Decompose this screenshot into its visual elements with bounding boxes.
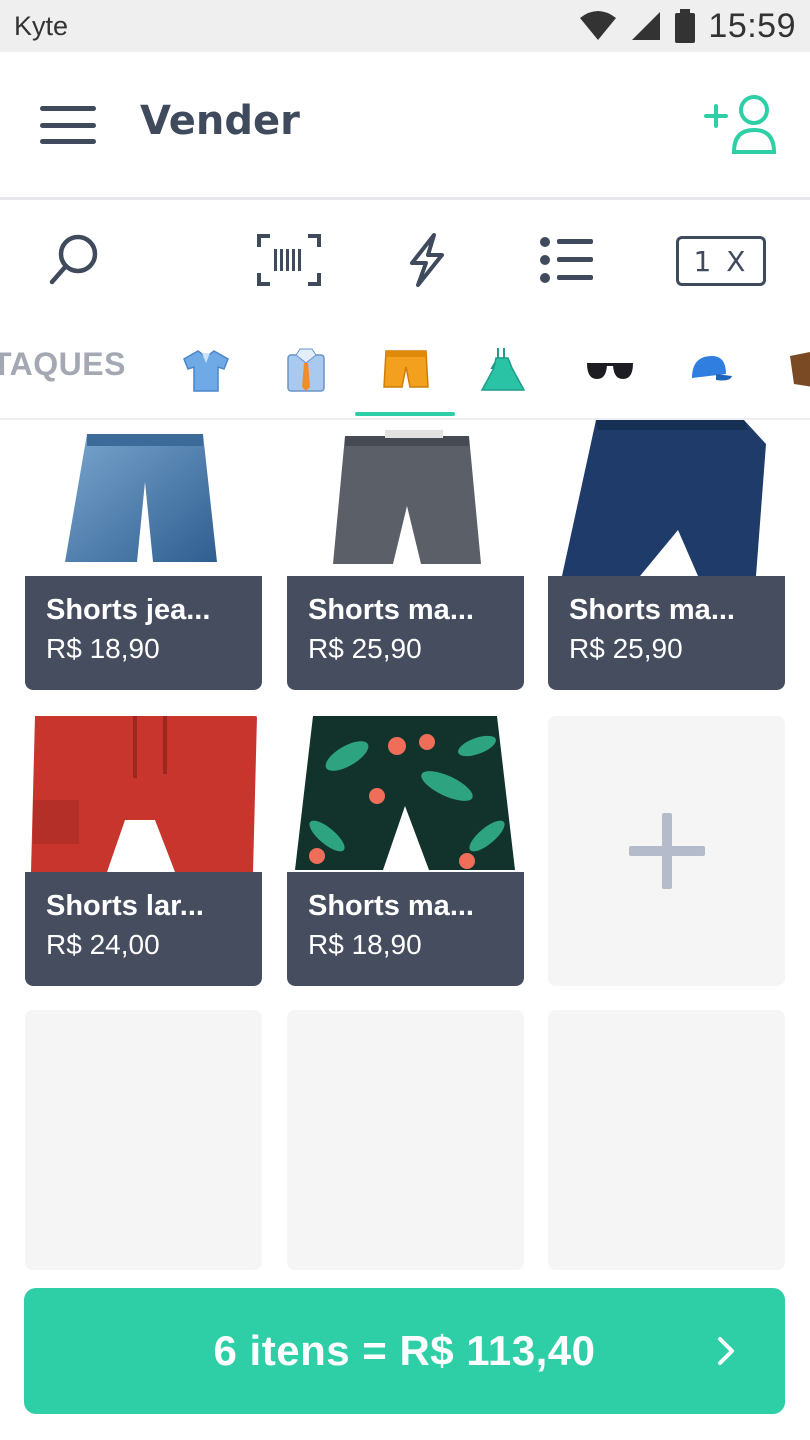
product-name: Shorts ma... (308, 890, 474, 922)
tab-dresses[interactable] (474, 340, 534, 400)
tab-shoes[interactable] (778, 340, 810, 400)
page-title: Vender (140, 98, 300, 144)
status-icons: 15:59 (578, 7, 796, 46)
add-customer-icon[interactable] (704, 92, 778, 156)
chevron-right-icon (718, 1337, 734, 1365)
empty-product-slot (287, 1010, 524, 1270)
product-name: Shorts ma... (569, 594, 735, 626)
status-time: 15:59 (708, 6, 796, 45)
polo-shirt-icon (183, 350, 229, 392)
product-card[interactable]: Shorts ma... R$ 25,90 (287, 420, 524, 690)
product-price: R$ 25,90 (308, 633, 422, 664)
quantity-multiplier-button[interactable]: 1 X (676, 236, 766, 286)
empty-product-slot (548, 1010, 785, 1270)
dress-shirt-tie-icon (287, 348, 325, 392)
sunglasses-icon (587, 363, 633, 379)
search-icon (49, 234, 98, 285)
sale-toolbar: 1 X (0, 200, 810, 320)
product-price: R$ 25,90 (569, 633, 683, 664)
product-image-denim-shorts (25, 420, 262, 576)
product-price: R$ 18,90 (308, 929, 422, 960)
product-image-red-shorts (25, 716, 262, 872)
product-price: R$ 24,00 (46, 929, 160, 960)
cap-icon (692, 356, 732, 381)
shoe-icon (790, 352, 810, 387)
product-image-floral-shorts (287, 716, 524, 872)
battery-icon (675, 9, 696, 43)
product-info: Shorts lar... R$ 24,00 (25, 872, 262, 986)
product-card[interactable]: Shorts ma... R$ 25,90 (548, 420, 785, 690)
hamburger-menu-icon[interactable] (40, 106, 96, 144)
empty-product-slot (25, 1010, 262, 1270)
product-card[interactable]: Shorts lar... R$ 24,00 (25, 716, 262, 986)
wifi-icon (580, 11, 617, 40)
product-info: Shorts jea... R$ 18,90 (25, 576, 262, 690)
search-button[interactable] (44, 230, 104, 290)
product-name: Shorts jea... (46, 594, 211, 626)
tab-polo-shirts[interactable] (176, 340, 236, 400)
product-grid: Shorts jea... R$ 18,90 Shorts ma... R$ 2… (0, 420, 810, 1270)
tab-highlights[interactable]: TAQUES (0, 346, 126, 383)
status-app-name: Kyte (14, 10, 69, 41)
tab-dress-shirts[interactable] (276, 340, 336, 400)
tab-caps[interactable] (680, 340, 740, 400)
quick-sale-button[interactable] (404, 230, 448, 290)
selected-tab-indicator (355, 412, 455, 416)
checkout-button[interactable]: 6 itens = R$ 113,40 (24, 1288, 785, 1414)
product-price: R$ 18,90 (46, 633, 160, 664)
lightning-icon (410, 233, 444, 287)
product-card[interactable]: Shorts jea... R$ 18,90 (25, 420, 262, 690)
barcode-icon (257, 234, 321, 286)
product-card[interactable]: Shorts ma... R$ 18,90 (287, 716, 524, 986)
product-name: Shorts lar... (46, 890, 204, 922)
checkout-summary: 6 itens = R$ 113,40 (213, 1327, 596, 1374)
app-header: Vender (0, 52, 810, 200)
barcode-scan-button[interactable] (256, 230, 322, 290)
dress-icon (480, 348, 526, 391)
add-product-button[interactable] (548, 716, 785, 986)
product-info: Shorts ma... R$ 18,90 (287, 872, 524, 986)
product-name: Shorts ma... (308, 594, 474, 626)
tab-sunglasses[interactable] (580, 340, 640, 400)
category-tabs: TAQUES (0, 320, 810, 420)
product-image-gray-shorts (287, 420, 524, 576)
product-image-navy-shorts (548, 420, 785, 576)
shorts-icon (383, 350, 429, 388)
list-view-button[interactable] (538, 230, 596, 290)
signal-icon (632, 12, 661, 40)
product-info: Shorts ma... R$ 25,90 (287, 576, 524, 690)
product-info: Shorts ma... R$ 25,90 (548, 576, 785, 690)
tab-shorts[interactable] (376, 340, 436, 400)
status-bar: Kyte 15:59 (0, 0, 810, 52)
list-icon (540, 237, 593, 283)
plus-icon (628, 813, 705, 889)
